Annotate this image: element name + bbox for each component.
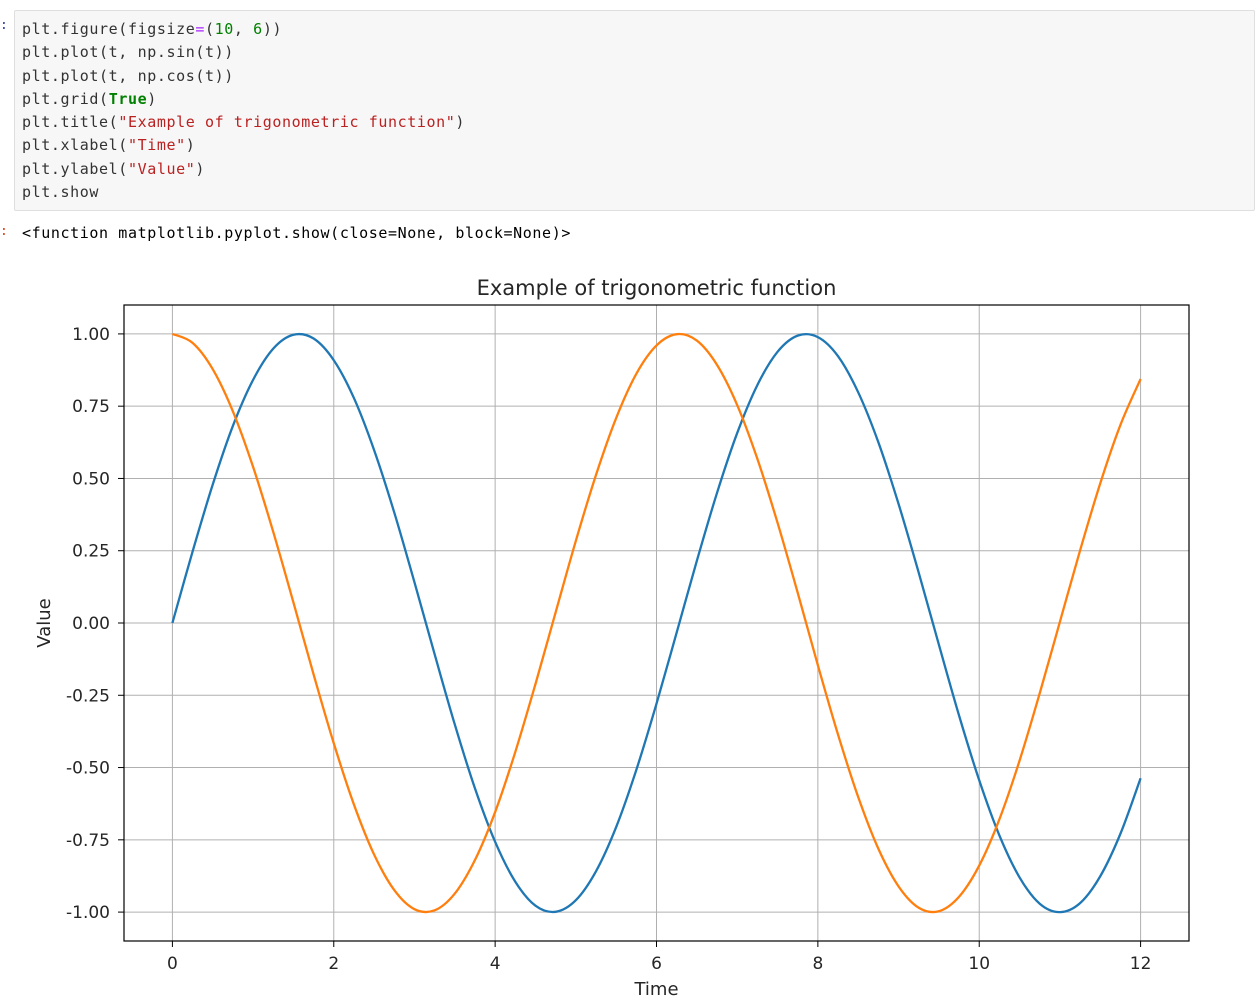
y-tick-label: -0.75 bbox=[66, 831, 110, 851]
y-axis-label: Value bbox=[34, 598, 55, 647]
axis-ticks: 0 2 4 6 8 10 12 1.00 0.75 0.50 0.25 0.00 -0.25 -0.50 -… bbox=[66, 325, 1151, 974]
y-tick-label: -0.25 bbox=[66, 686, 110, 706]
chart: 0 2 4 6 8 10 12 1.00 0.75 0.50 0.25 0.00 -0.25 -0.50 -… bbox=[34, 276, 1190, 1000]
x-axis-label: Time bbox=[633, 979, 678, 1000]
x-tick-label: 10 bbox=[968, 954, 990, 974]
x-tick-label: 0 bbox=[167, 954, 178, 974]
y-tick-label: -0.50 bbox=[66, 759, 110, 779]
y-tick-label: -1.00 bbox=[66, 903, 110, 923]
chart-title: Example of trigonometric function bbox=[477, 276, 837, 300]
x-tick-label: 6 bbox=[651, 954, 662, 974]
x-tick-label: 2 bbox=[328, 954, 339, 974]
y-tick-label: 0.00 bbox=[72, 614, 110, 634]
y-tick-label: 0.50 bbox=[72, 469, 110, 489]
y-tick-label: 0.75 bbox=[72, 397, 110, 417]
x-tick-label: 4 bbox=[490, 954, 501, 974]
x-tick-label: 8 bbox=[812, 954, 823, 974]
y-tick-label: 1.00 bbox=[72, 325, 110, 345]
y-tick-label: 0.25 bbox=[72, 542, 110, 562]
x-tick-label: 12 bbox=[1130, 954, 1152, 974]
grid-lines bbox=[124, 305, 1189, 941]
